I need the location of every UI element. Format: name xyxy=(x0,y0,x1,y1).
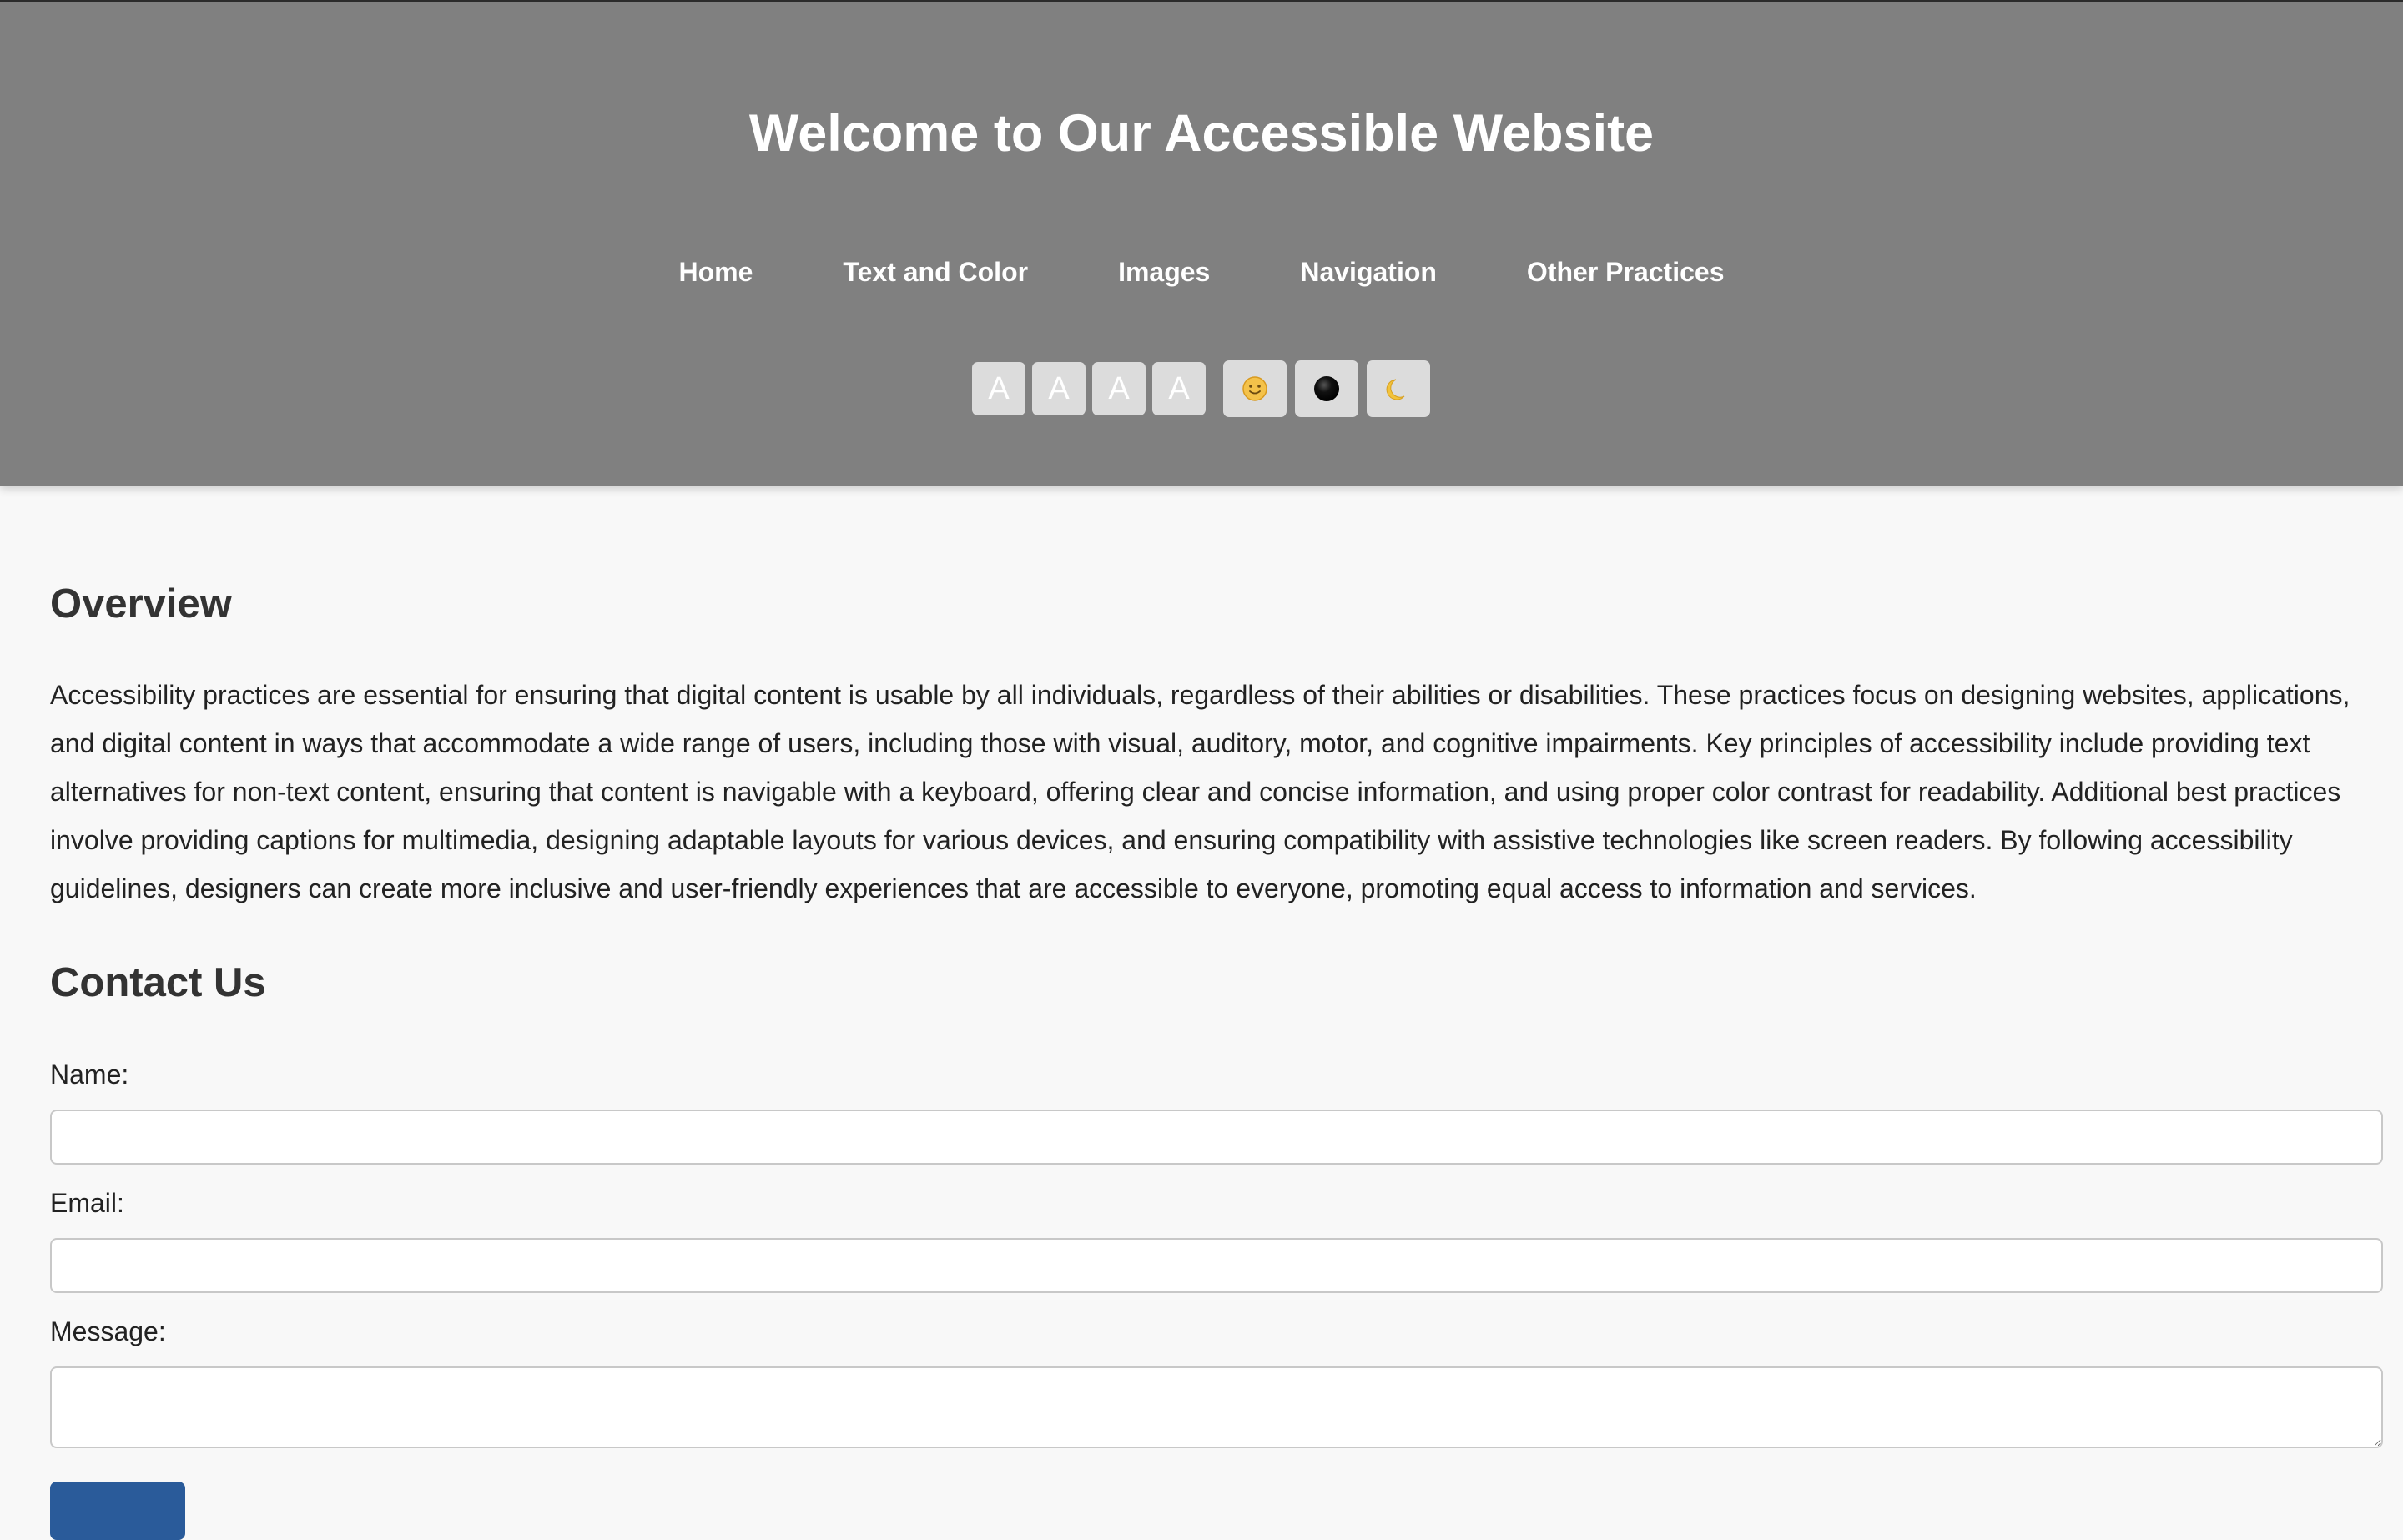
nav-link-navigation[interactable]: Navigation xyxy=(1255,249,1482,295)
nav-link-other-practices[interactable]: Other Practices xyxy=(1482,249,1770,295)
email-input[interactable] xyxy=(50,1238,2383,1293)
nav-link-images[interactable]: Images xyxy=(1073,249,1255,295)
dark-mode-button[interactable] xyxy=(1367,360,1430,417)
message-label: Message: xyxy=(50,1316,166,1346)
site-title: Welcome to Our Accessible Website xyxy=(748,104,1655,163)
font-size-button-3[interactable]: A xyxy=(1092,362,1146,415)
default-mode-button[interactable] xyxy=(1223,360,1287,417)
overview-heading: Overview xyxy=(50,581,232,627)
submit-button[interactable] xyxy=(50,1482,185,1540)
name-input[interactable] xyxy=(50,1110,2383,1165)
font-size-button-1[interactable]: A xyxy=(972,362,1025,415)
smiley-icon xyxy=(1242,376,1267,401)
email-label: Email: xyxy=(50,1188,124,1218)
font-size-button-2[interactable]: A xyxy=(1032,362,1086,415)
message-textarea[interactable] xyxy=(50,1366,2383,1448)
main-nav: Home Text and Color Images Navigation Ot… xyxy=(0,249,2403,295)
nav-link-text-and-color[interactable]: Text and Color xyxy=(798,249,1073,295)
accessibility-toolbar: A A A A xyxy=(0,360,2403,417)
high-contrast-button[interactable] xyxy=(1295,360,1358,417)
name-label: Name: xyxy=(50,1059,129,1090)
nav-link-home[interactable]: Home xyxy=(634,249,798,295)
crescent-moon-icon xyxy=(1386,379,1405,400)
contact-heading: Contact Us xyxy=(50,960,266,1005)
contrast-circle-icon xyxy=(1314,376,1339,401)
font-size-button-4[interactable]: A xyxy=(1152,362,1206,415)
site-header: Welcome to Our Accessible Website Home T… xyxy=(0,0,2403,486)
overview-paragraph: Accessibility practices are essential fo… xyxy=(50,680,2350,903)
